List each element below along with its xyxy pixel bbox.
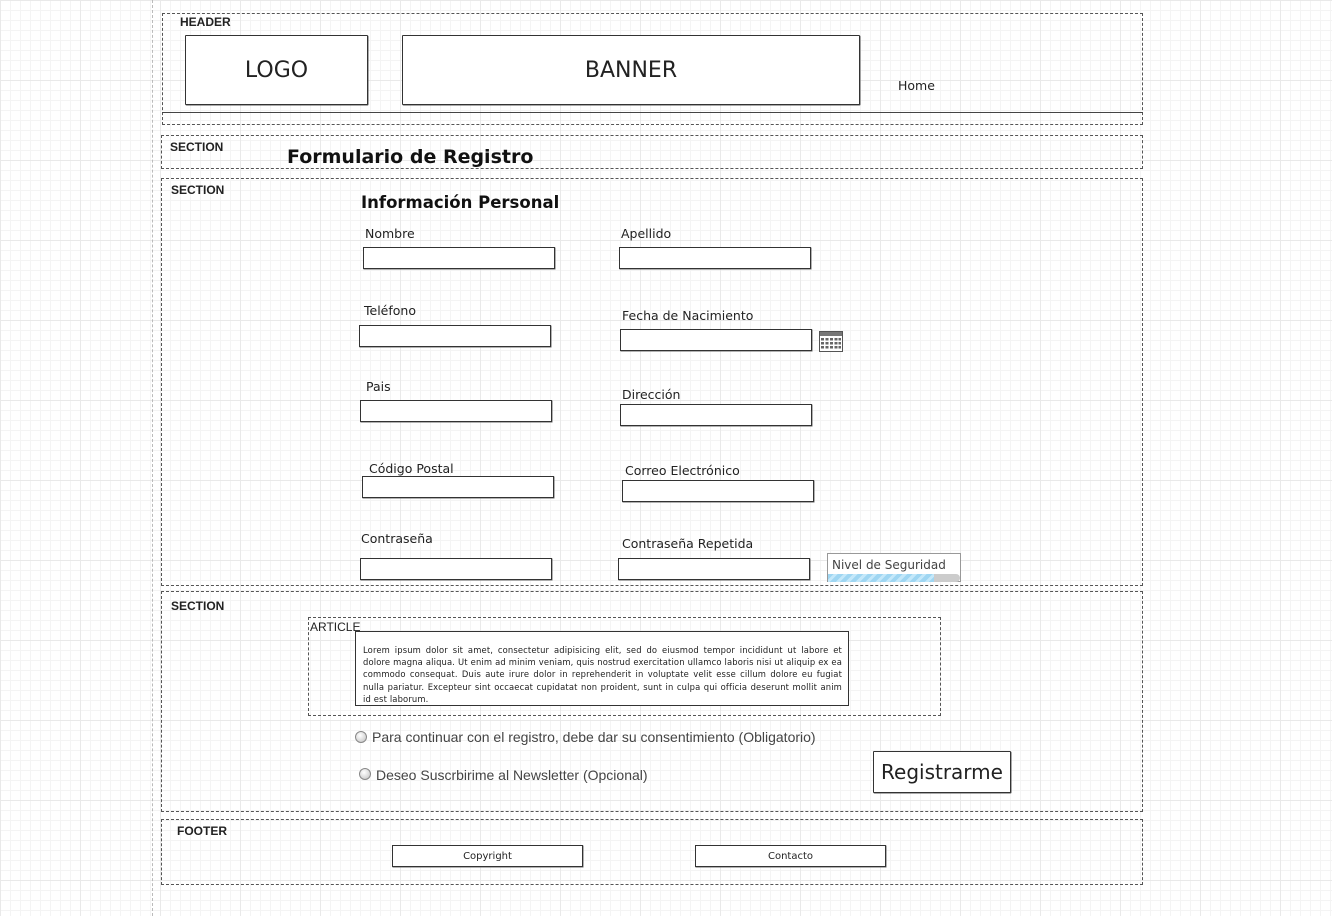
codigo-postal-label: Código Postal (369, 461, 454, 476)
nombre-label: Nombre (365, 226, 415, 241)
direccion-input[interactable] (620, 404, 812, 426)
telefono-input[interactable] (359, 325, 551, 347)
apellido-label: Apellido (621, 226, 672, 241)
header-region-label: HEADER (180, 15, 231, 29)
newsletter-radio[interactable] (359, 768, 371, 780)
contact-button[interactable]: Contacto (695, 845, 886, 867)
pais-label: Pais (366, 379, 391, 394)
footer-label: FOOTER (177, 824, 227, 838)
contrasena-input[interactable] (360, 558, 552, 580)
banner: BANNER (402, 35, 860, 105)
pais-input[interactable] (360, 400, 552, 422)
nombre-input[interactable] (363, 247, 555, 269)
contrasena-repetida-label: Contraseña Repetida (622, 536, 754, 551)
consent-section-label: SECTION (171, 599, 225, 613)
header-underline (162, 112, 1143, 113)
fecha-nacimiento-input[interactable] (620, 329, 812, 351)
title-section-label: SECTION (170, 140, 224, 154)
telefono-label: Teléfono (364, 303, 416, 318)
codigo-postal-input[interactable] (362, 476, 554, 498)
contrasena-repetida-input[interactable] (618, 558, 810, 580)
page-title: Formulario de Registro (287, 146, 534, 168)
nav-home-link[interactable]: Home (898, 78, 935, 93)
fecha-nacimiento-label: Fecha de Nacimiento (622, 308, 754, 323)
direccion-label: Dirección (622, 387, 681, 402)
form-heading: Información Personal (361, 193, 560, 212)
newsletter-label: Deseo Suscrbirime al Newsletter (Opciona… (376, 767, 648, 783)
security-meter-label: Nivel de Seguridad (832, 558, 946, 572)
calendar-icon-graphic (819, 331, 843, 352)
calendar-icon[interactable] (819, 331, 843, 352)
copyright-button[interactable]: Copyright (392, 845, 583, 867)
article-text: Lorem ipsum dolor sit amet, consectetur … (355, 631, 849, 706)
logo: LOGO (185, 35, 368, 105)
security-meter: Nivel de Seguridad (827, 553, 961, 582)
article-label: ARTICLE (310, 620, 361, 634)
guide-line (152, 0, 153, 916)
form-section-label: SECTION (171, 183, 225, 197)
footer-region (161, 819, 1143, 885)
correo-input[interactable] (622, 480, 814, 502)
consent-radio[interactable] (355, 731, 367, 743)
consent-label: Para continuar con el registro, debe dar… (372, 729, 816, 745)
apellido-input[interactable] (619, 247, 811, 269)
correo-label: Correo Electrónico (625, 463, 740, 478)
contrasena-label: Contraseña (361, 531, 433, 546)
security-meter-track (828, 574, 960, 582)
security-meter-fill (828, 574, 934, 582)
register-button[interactable]: Registrarme (873, 751, 1011, 793)
